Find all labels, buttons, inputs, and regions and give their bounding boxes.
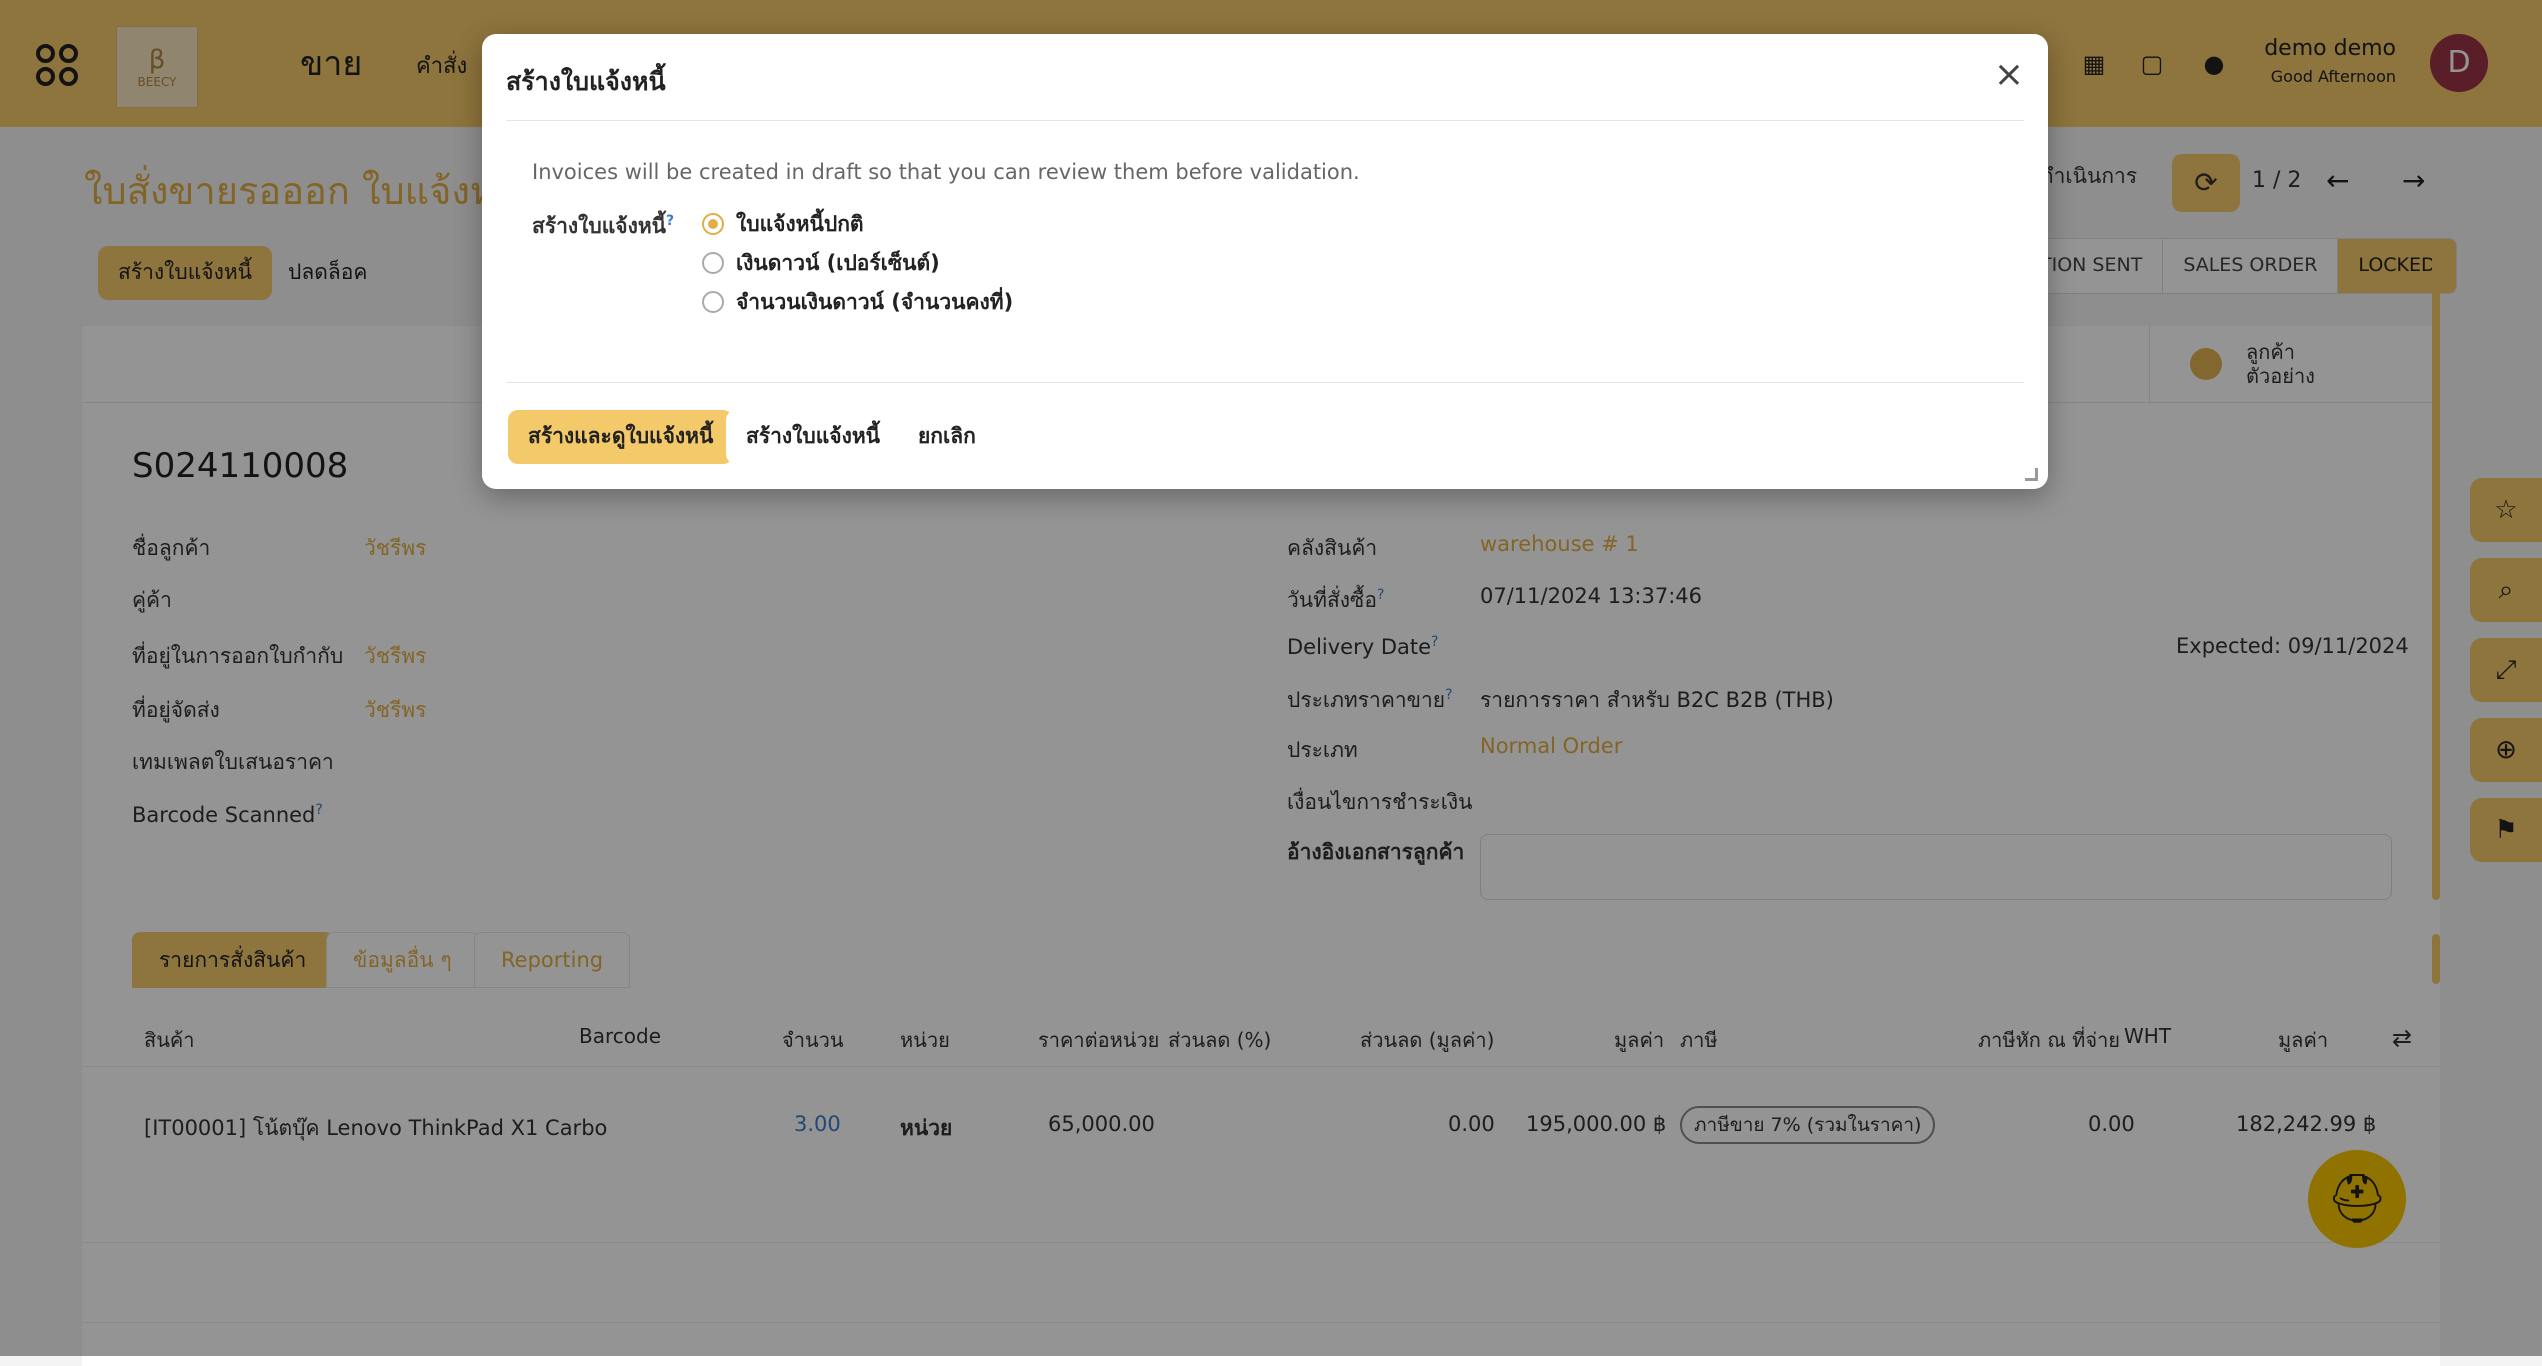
resize-handle-icon[interactable] bbox=[2025, 468, 2038, 481]
help-icon[interactable]: ? bbox=[666, 213, 674, 229]
radio-label: เงินดาวน์ (เปอร์เซ็นต์) bbox=[736, 250, 940, 275]
close-icon[interactable]: × bbox=[1990, 56, 2028, 94]
cancel-button[interactable]: ยกเลิก bbox=[898, 410, 996, 464]
radio-down-payment-fixed[interactable]: จำนวนเงินดาวน์ (จำนวนคงที่) bbox=[702, 287, 1013, 317]
radio-button[interactable] bbox=[702, 291, 724, 313]
radio-label: จำนวนเงินดาวน์ (จำนวนคงที่) bbox=[736, 289, 1014, 314]
radio-label: ใบแจ้งหนี้ปกติ bbox=[736, 211, 864, 236]
create-invoice-dialog-button[interactable]: สร้างใบแจ้งหนี้ bbox=[726, 410, 901, 464]
invoice-type-label: สร้างใบแจ้งหนี้? bbox=[532, 213, 675, 238]
create-invoice-dialog: สร้างใบแจ้งหนี้ × Invoices will be creat… bbox=[482, 34, 2048, 489]
radio-down-payment-percent[interactable]: เงินดาวน์ (เปอร์เซ็นต์) bbox=[702, 248, 940, 278]
dialog-note: Invoices will be created in draft so tha… bbox=[532, 160, 1360, 184]
dialog-title: สร้างใบแจ้งหนี้ bbox=[506, 67, 666, 96]
radio-button-selected[interactable] bbox=[702, 213, 724, 235]
radio-button[interactable] bbox=[702, 252, 724, 274]
radio-regular-invoice[interactable]: ใบแจ้งหนี้ปกติ bbox=[702, 209, 864, 239]
create-and-view-invoice-button[interactable]: สร้างและดูใบแจ้งหนี้ bbox=[508, 410, 734, 464]
